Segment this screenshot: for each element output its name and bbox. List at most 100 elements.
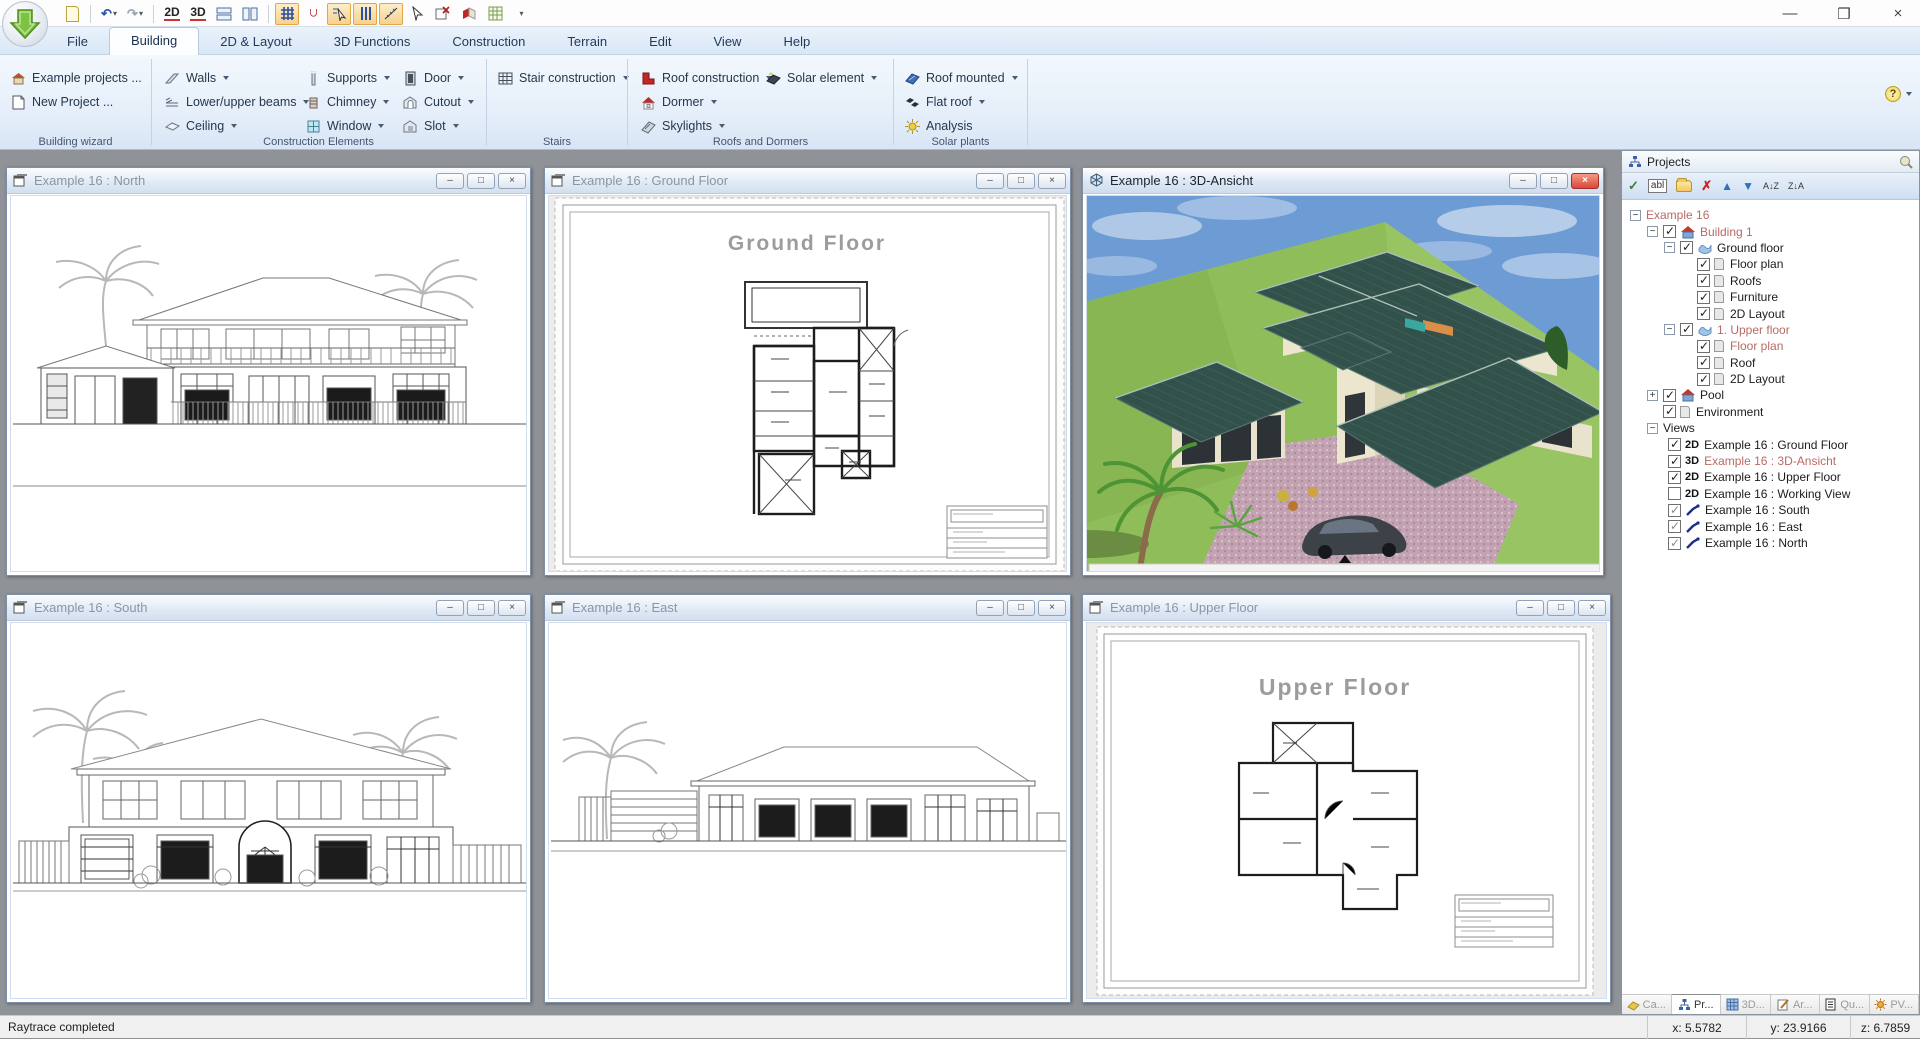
collapse-toggle[interactable]: − — [1664, 242, 1675, 253]
walls-button[interactable]: Walls — [164, 67, 229, 89]
tree-item-view-north[interactable]: Example 16 : North — [1622, 535, 1919, 551]
close-button[interactable]: × — [1578, 600, 1606, 616]
app-restore-button[interactable]: ❒ — [1832, 5, 1856, 23]
minimize-button[interactable]: – — [436, 600, 464, 616]
close-button[interactable]: × — [1571, 173, 1599, 189]
tab-building[interactable]: Building — [109, 27, 199, 55]
view-3d-button[interactable]: 3D — [186, 3, 210, 25]
open-folder-button[interactable] — [1676, 180, 1692, 192]
ceiling-button[interactable]: Ceiling — [164, 115, 237, 137]
flat-roof-button[interactable]: Flat roof — [904, 91, 985, 113]
tab-catalog[interactable]: Ca... — [1622, 995, 1672, 1014]
tree-item-roofs[interactable]: Roofs — [1622, 273, 1919, 289]
tab-file[interactable]: File — [46, 29, 109, 55]
south-elevation-canvas[interactable] — [10, 622, 527, 999]
skylights-button[interactable]: Skylights — [640, 115, 725, 137]
select-edit-button[interactable] — [327, 3, 351, 25]
tab-view[interactable]: View — [693, 29, 763, 55]
sort-az-button[interactable]: A↓Z — [1763, 182, 1779, 191]
tree-item-uf-floor-plan[interactable]: Floor plan — [1622, 338, 1919, 354]
window-north-titlebar[interactable]: Example 16 : North – □ × — [7, 168, 530, 194]
solar-element-button[interactable]: Solar element — [765, 67, 877, 89]
snap-magnet-button[interactable]: ∩ — [301, 3, 325, 25]
window-south[interactable]: Example 16 : South – □ × — [6, 594, 531, 1003]
checkbox[interactable] — [1697, 340, 1710, 353]
checkbox[interactable] — [1668, 504, 1681, 517]
minimize-button[interactable]: – — [436, 173, 464, 189]
minimize-button[interactable]: – — [976, 600, 1004, 616]
expand-toggle[interactable]: + — [1647, 390, 1658, 401]
close-button[interactable]: × — [498, 173, 526, 189]
redo-dropdown[interactable]: ▾ — [139, 9, 143, 18]
projects-panel-header[interactable]: Projects — [1622, 151, 1919, 173]
window-upper-floor-titlebar[interactable]: Example 16 : Upper Floor – □ × — [1083, 595, 1610, 621]
beams-button[interactable]: Lower/upper beams — [164, 91, 309, 113]
window-east-titlebar[interactable]: Example 16 : East – □ × — [545, 595, 1070, 621]
checkbox[interactable] — [1668, 455, 1681, 468]
redo-button[interactable]: ↷▾ — [123, 3, 147, 25]
tree-item-upper-floor[interactable]: − 1. Upper floor — [1622, 322, 1919, 338]
restore-button[interactable]: □ — [467, 600, 495, 616]
minimize-button[interactable]: – — [1516, 600, 1544, 616]
checkbox[interactable] — [1697, 258, 1710, 271]
checkbox[interactable] — [1697, 307, 1710, 320]
restore-button[interactable]: □ — [1540, 173, 1568, 189]
collapse-toggle[interactable]: − — [1664, 324, 1675, 335]
split-vertical-button[interactable] — [238, 3, 262, 25]
hatch-display-button[interactable] — [483, 3, 507, 25]
undo-button[interactable]: ↶▾ — [97, 3, 121, 25]
3d-render-canvas[interactable] — [1086, 195, 1600, 572]
door-button[interactable]: Door — [402, 67, 464, 89]
checkbox[interactable] — [1668, 537, 1681, 550]
select-region-button[interactable] — [431, 3, 455, 25]
delete-button[interactable]: ✗ — [1701, 178, 1712, 194]
collapse-toggle[interactable]: − — [1630, 210, 1641, 221]
supports-button[interactable]: Supports — [305, 67, 390, 89]
move-down-button[interactable]: ▼ — [1742, 179, 1754, 193]
window-3d-view[interactable]: Example 16 : 3D-Ansicht – □ × — [1082, 167, 1604, 576]
checkbox[interactable] — [1663, 225, 1676, 238]
tab-3d-functions[interactable]: 3D Functions — [313, 29, 432, 55]
help-dropdown-arrow[interactable] — [1906, 92, 1912, 96]
new-file-button[interactable] — [60, 3, 84, 25]
checkbox[interactable] — [1668, 438, 1681, 451]
tree-item-example16[interactable]: − Example 16 — [1622, 207, 1919, 223]
tree-item-view-working-view[interactable]: 2D Example 16 : Working View — [1622, 486, 1919, 502]
tab-construction[interactable]: Construction — [431, 29, 546, 55]
tree-item-ground-floor[interactable]: − Ground floor — [1622, 240, 1919, 256]
tab-2d-layout[interactable]: 2D & Layout — [199, 29, 313, 55]
tree-item-furniture[interactable]: Furniture — [1622, 289, 1919, 305]
east-elevation-canvas[interactable] — [548, 622, 1067, 999]
stair-construction-button[interactable]: Stair construction — [497, 67, 629, 89]
tree-item-view-east[interactable]: Example 16 : East — [1622, 518, 1919, 534]
new-project-button[interactable]: New Project ... — [10, 91, 113, 113]
tab-quantities[interactable]: Qu... — [1820, 995, 1870, 1014]
split-horizontal-button[interactable] — [212, 3, 236, 25]
window-button[interactable]: Window — [305, 115, 384, 137]
example-projects-button[interactable]: Example projects ... — [10, 67, 142, 89]
collapse-toggle[interactable]: − — [1647, 226, 1658, 237]
tree-item-building1[interactable]: − Building 1 — [1622, 223, 1919, 239]
tree-item-pool[interactable]: + Pool — [1622, 387, 1919, 403]
checkbox[interactable] — [1680, 241, 1693, 254]
chimney-button[interactable]: Chimney — [305, 91, 389, 113]
measure-button[interactable] — [379, 3, 403, 25]
window-upper-floor[interactable]: Example 16 : Upper Floor – □ × Upper Flo… — [1082, 594, 1611, 1003]
window-ground-floor-titlebar[interactable]: Example 16 : Ground Floor – □ × — [545, 168, 1070, 194]
help-icon[interactable]: ? — [1885, 86, 1901, 102]
roof-mounted-button[interactable]: Roof mounted — [904, 67, 1018, 89]
tab-pv[interactable]: PV... — [1870, 995, 1920, 1014]
rename-button[interactable]: abl — [1648, 179, 1667, 193]
tab-help[interactable]: Help — [762, 29, 831, 55]
tree-item-view-3d-ansicht[interactable]: 3D Example 16 : 3D-Ansicht — [1622, 453, 1919, 469]
cutout-button[interactable]: Cutout — [402, 91, 474, 113]
app-logo[interactable] — [2, 1, 48, 47]
tab-area[interactable]: Ar... — [1771, 995, 1821, 1014]
toolbar-more-button[interactable]: ▾ — [509, 3, 533, 25]
checkbox[interactable] — [1663, 389, 1676, 402]
close-button[interactable]: × — [498, 600, 526, 616]
close-button[interactable]: × — [1038, 173, 1066, 189]
analysis-button[interactable]: Analysis — [904, 115, 973, 137]
grid-toggle-button[interactable] — [275, 3, 299, 25]
app-close-button[interactable]: × — [1886, 5, 1910, 22]
